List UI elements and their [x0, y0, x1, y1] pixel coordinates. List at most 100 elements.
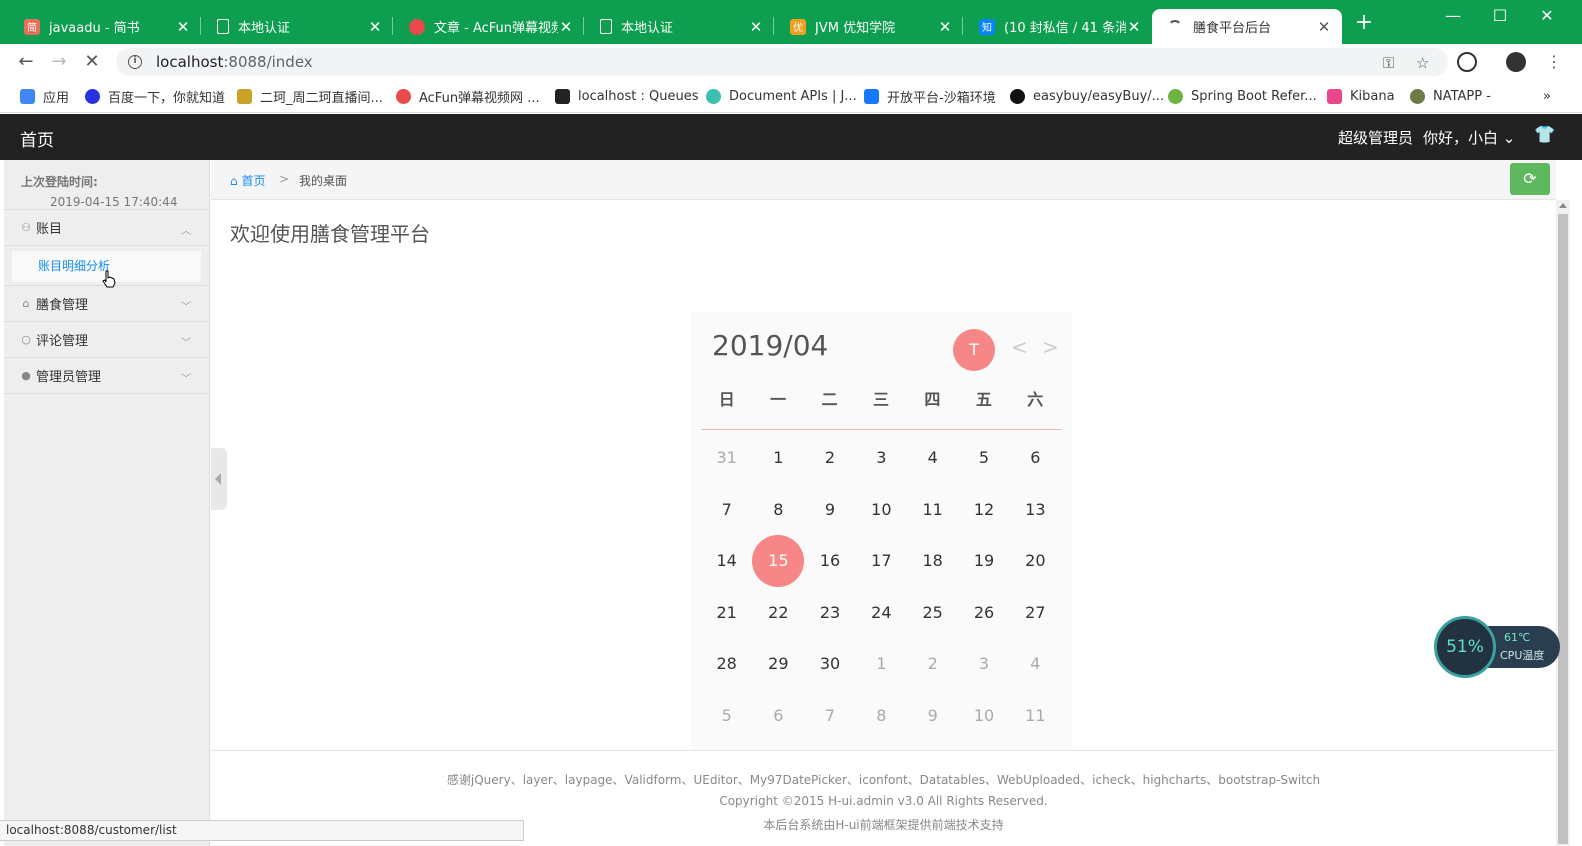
calendar-day[interactable]: 17 [856, 535, 907, 587]
menu-kebab-icon[interactable]: ⋮ [1546, 52, 1562, 71]
calendar-day[interactable]: 7 [701, 484, 752, 536]
browser-tab[interactable]: 本地认证 ✕ [201, 9, 393, 44]
calendar-day[interactable]: 31 [701, 432, 752, 484]
calendar-day[interactable]: 8 [752, 484, 804, 536]
calendar-day-today[interactable]: 15 [752, 534, 805, 587]
calendar-day[interactable]: 1 [856, 638, 907, 690]
calendar-day[interactable]: 22 [752, 587, 804, 639]
browser-tab[interactable]: 知 (10 封私信 / 41 条消息 ✕ [963, 9, 1152, 44]
back-button[interactable]: ← [14, 50, 38, 74]
calendar-day[interactable]: 4 [907, 432, 958, 484]
calendar-day[interactable]: 2 [804, 432, 855, 484]
new-tab-button[interactable]: + [1352, 12, 1376, 36]
tab-close-icon[interactable]: ✕ [175, 18, 191, 36]
calendar-day[interactable]: 9 [804, 484, 855, 536]
calendar-day[interactable]: 4 [1010, 638, 1061, 690]
scroll-up-arrow-icon[interactable] [1559, 203, 1567, 208]
app-logo[interactable]: 首页 [20, 126, 54, 151]
calendar-day[interactable]: 3 [856, 432, 907, 484]
bookmark-item[interactable]: localhost : Queues [555, 86, 698, 106]
browser-tab[interactable]: 简 javaadu - 简书 ✕ [8, 9, 201, 44]
url-input[interactable]: i localhost:8088/index [116, 48, 1448, 76]
calendar-day[interactable]: 27 [1010, 587, 1061, 639]
tab-close-icon[interactable]: ✕ [1126, 18, 1142, 36]
calendar-next-button[interactable]: > [1042, 335, 1059, 359]
skin-shirt-icon[interactable]: 👕 [1534, 125, 1555, 145]
calendar-day[interactable]: 10 [958, 690, 1009, 742]
calendar-day[interactable]: 19 [958, 535, 1009, 587]
calendar-day[interactable]: 26 [958, 587, 1009, 639]
calendar-today-button[interactable]: T [953, 329, 995, 371]
bookmark-item[interactable]: Document APIs | J... [706, 86, 857, 106]
vertical-scrollbar[interactable] [1556, 200, 1570, 846]
calendar-day[interactable]: 13 [1010, 484, 1061, 536]
calendar-day[interactable]: 21 [701, 587, 752, 639]
bookmarks-more-button[interactable]: » [1543, 86, 1551, 106]
tab-close-icon[interactable]: ✕ [937, 18, 953, 36]
refresh-button[interactable]: ⟳ [1510, 163, 1550, 195]
calendar-day[interactable]: 10 [856, 484, 907, 536]
bookmark-item[interactable]: 应用 [20, 86, 69, 106]
calendar-day[interactable]: 2 [907, 638, 958, 690]
tab-close-icon[interactable]: ✕ [367, 18, 383, 36]
browser-tab[interactable]: 文章 - AcFun弹幕视频 ✕ [393, 9, 584, 44]
calendar-day[interactable]: 11 [907, 484, 958, 536]
bookmark-item[interactable]: 百度一下，你就知道 [85, 86, 225, 106]
site-info-icon[interactable]: i [128, 55, 142, 69]
breadcrumb-home-link[interactable]: ⌂ 首页 [230, 172, 265, 189]
bookmark-item[interactable]: 二珂_周二珂直播间... [237, 86, 383, 106]
sidebar-collapse-toggle[interactable] [211, 448, 227, 510]
calendar-day[interactable]: 28 [701, 638, 752, 690]
calendar-day[interactable]: 29 [752, 638, 804, 690]
browser-tab[interactable]: 优 JVM 优知学院 ✕ [774, 9, 963, 44]
bookmark-star-icon[interactable]: ☆ [1416, 54, 1429, 72]
calendar-day[interactable]: 25 [907, 587, 958, 639]
tab-close-icon[interactable]: ✕ [1316, 18, 1332, 36]
sidebar-menu-accounts[interactable]: ⚇ 账目 ︿ [4, 210, 209, 246]
sidebar-menu-comments[interactable]: ○ 评论管理 ﹀ [4, 322, 209, 358]
calendar-day[interactable]: 11 [1010, 690, 1061, 742]
bookmark-item[interactable]: 开放平台-沙箱环境 [864, 86, 996, 106]
calendar-prev-button[interactable]: < [1011, 335, 1028, 359]
calendar-day[interactable]: 23 [804, 587, 855, 639]
browser-tab-active[interactable]: 膳食平台后台 ✕ [1152, 9, 1342, 44]
calendar-day[interactable]: 3 [958, 638, 1009, 690]
bookmark-item[interactable]: Kibana [1327, 86, 1395, 106]
tab-close-icon[interactable]: ✕ [558, 18, 574, 36]
profile-avatar-icon[interactable] [1506, 52, 1526, 72]
stop-loading-button[interactable]: ✕ [80, 50, 104, 74]
sidebar-menu-meals[interactable]: ⌂ 膳食管理 ﹀ [4, 286, 209, 322]
sidebar-menu-admins[interactable]: ● 管理员管理 ﹀ [4, 358, 209, 394]
scrollbar-thumb[interactable] [1558, 214, 1568, 844]
calendar-day[interactable]: 9 [907, 690, 958, 742]
calendar-day[interactable]: 1 [752, 432, 804, 484]
calendar-day[interactable]: 7 [804, 690, 855, 742]
bookmark-item[interactable]: easybuy/easyBuy/... [1010, 86, 1164, 106]
calendar-day[interactable]: 30 [804, 638, 855, 690]
cpu-temperature-widget[interactable]: 51% 61℃ CPU温度 [1434, 616, 1560, 678]
calendar-day[interactable]: 12 [958, 484, 1009, 536]
user-menu-trigger[interactable]: 你好，小白 ⌄ [1423, 127, 1515, 148]
minimize-button[interactable]: — [1430, 4, 1476, 28]
calendar-day[interactable]: 24 [856, 587, 907, 639]
maximize-button[interactable]: ☐ [1477, 4, 1523, 28]
calendar-day[interactable]: 5 [701, 690, 752, 742]
window-close-button[interactable]: ✕ [1524, 4, 1570, 28]
bookmark-item[interactable]: NATAPP - [1410, 86, 1491, 106]
calendar-day[interactable]: 18 [907, 535, 958, 587]
calendar-day[interactable]: 14 [701, 535, 752, 587]
calendar-day[interactable]: 6 [1010, 432, 1061, 484]
browser-tab[interactable]: 本地认证 ✕ [584, 9, 774, 44]
extension-icon[interactable] [1457, 52, 1477, 72]
bookmark-item[interactable]: Spring Boot Refer... [1168, 86, 1317, 106]
tab-close-icon[interactable]: ✕ [748, 18, 764, 36]
calendar-day[interactable]: 5 [958, 432, 1009, 484]
bookmark-item[interactable]: AcFun弹幕视频网 ... [396, 86, 540, 106]
key-icon[interactable]: ⚿ [1383, 54, 1394, 72]
calendar-day[interactable]: 8 [856, 690, 907, 742]
forward-button[interactable]: → [47, 50, 71, 74]
calendar-day[interactable]: 6 [752, 690, 804, 742]
calendar-day[interactable]: 16 [804, 535, 855, 587]
calendar-day[interactable]: 20 [1010, 535, 1061, 587]
calendar-day-number: 2 [927, 654, 938, 674]
